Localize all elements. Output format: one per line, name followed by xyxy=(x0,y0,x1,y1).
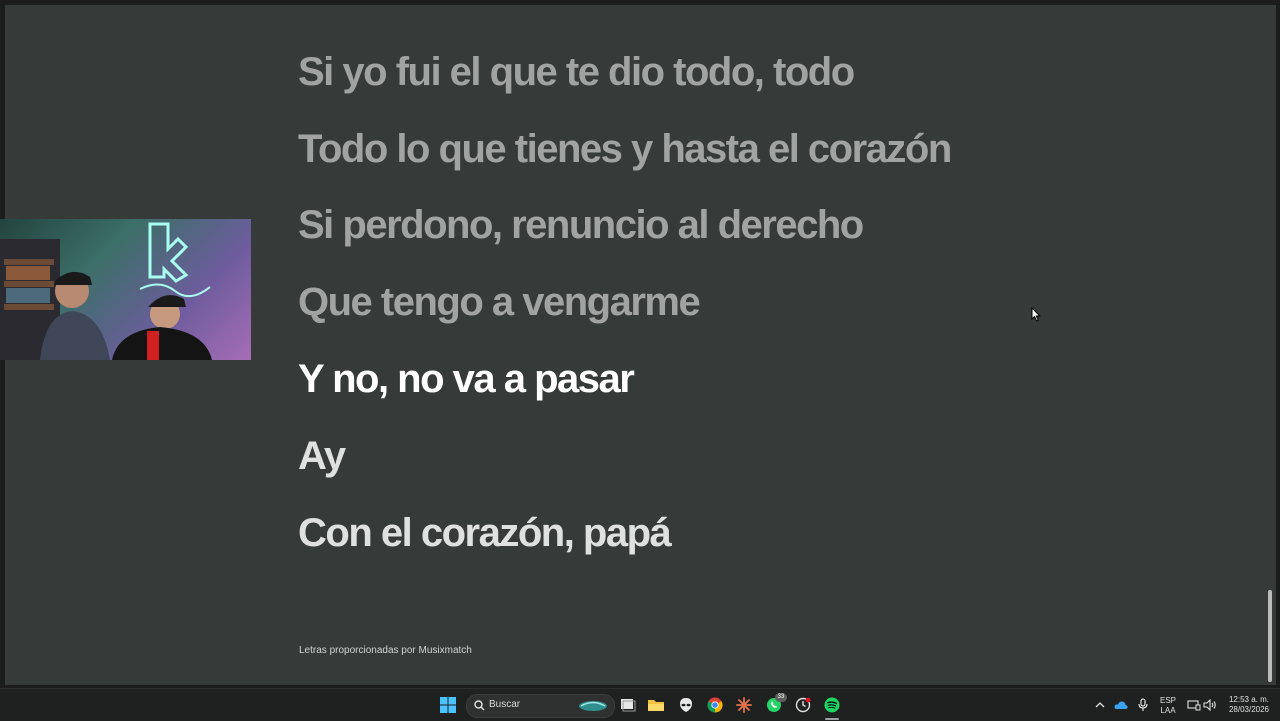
starburst-app-icon[interactable] xyxy=(735,696,753,714)
language-label: ESP xyxy=(1159,696,1176,705)
microphone-icon[interactable] xyxy=(1134,696,1152,714)
lyric-line[interactable]: Con el corazón, papá xyxy=(298,513,672,553)
volume-icon[interactable] xyxy=(1201,696,1219,714)
taskbar: Buscar 33 ESP LAA 12:53 a. m. 28/03/2026 xyxy=(0,688,1280,721)
clock-time: 12:53 a. m. xyxy=(1228,695,1270,704)
alien-app-icon[interactable] xyxy=(677,696,695,714)
clock-date: 28/03/2026 xyxy=(1228,705,1270,714)
task-view-icon[interactable] xyxy=(619,696,637,714)
clock[interactable]: 12:53 a. m. 28/03/2026 xyxy=(1222,695,1276,715)
mouse-cursor-icon xyxy=(1031,307,1041,322)
spotify-icon[interactable] xyxy=(823,696,841,714)
lyric-line[interactable]: Ay xyxy=(298,436,346,476)
lyrics-credit: Letras proporcionadas por Musixmatch xyxy=(299,645,472,656)
file-explorer-icon[interactable] xyxy=(647,696,665,714)
clock-app-icon[interactable] xyxy=(794,696,812,714)
lyric-line[interactable]: Si perdono, renuncio al derecho xyxy=(298,205,864,245)
webcam-scene xyxy=(0,222,212,360)
webcam-overlay xyxy=(0,219,251,360)
search-label: Buscar xyxy=(489,699,521,710)
search-highlight-icon xyxy=(579,701,607,711)
scrollbar-thumb[interactable] xyxy=(1268,590,1272,682)
taskbar-search[interactable]: Buscar xyxy=(466,694,615,718)
search-icon xyxy=(474,700,485,711)
whatsapp-badge: 33 xyxy=(775,693,787,702)
chevron-up-icon[interactable] xyxy=(1091,696,1109,714)
lyric-line[interactable]: Que tengo a vengarme xyxy=(298,282,701,322)
keyboard-label: LAA xyxy=(1160,706,1176,715)
windows-start-icon[interactable] xyxy=(439,696,457,714)
lyric-line[interactable]: Todo lo que tienes y hasta el corazón xyxy=(298,129,952,169)
language-indicator[interactable]: ESP LAA xyxy=(1154,696,1182,716)
cloud-icon[interactable] xyxy=(1112,696,1130,714)
lyric-line[interactable]: Si yo fui el que te dio todo, todo xyxy=(298,52,855,92)
lyric-line-active[interactable]: Y no, no va a pasar xyxy=(298,359,635,399)
chrome-icon[interactable] xyxy=(706,696,724,714)
